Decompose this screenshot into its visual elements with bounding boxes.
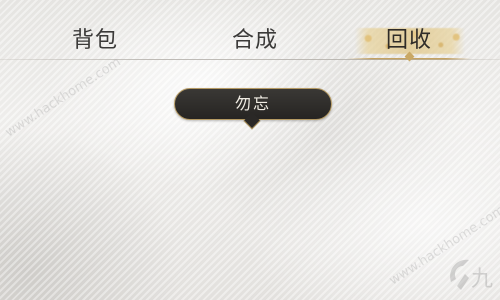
tab-divider bbox=[0, 59, 500, 60]
tab-bar: 背包 合成 回收 bbox=[0, 0, 500, 62]
tab-craft[interactable]: 合成 bbox=[195, 22, 315, 58]
watermark-logo-icon: 九 bbox=[450, 259, 493, 292]
tooltip-label: 勿忘 bbox=[234, 94, 271, 113]
item-name-tooltip[interactable]: 勿忘 bbox=[174, 88, 332, 130]
watermark-logo-text: 九 bbox=[471, 267, 493, 292]
tab-recycle-label: 回收 bbox=[385, 28, 432, 53]
tab-backpack[interactable]: 背包 bbox=[35, 22, 155, 58]
tab-backpack-label: 背包 bbox=[71, 28, 118, 53]
tab-craft-label: 合成 bbox=[231, 28, 278, 53]
tab-recycle[interactable]: 回收 bbox=[347, 22, 471, 62]
